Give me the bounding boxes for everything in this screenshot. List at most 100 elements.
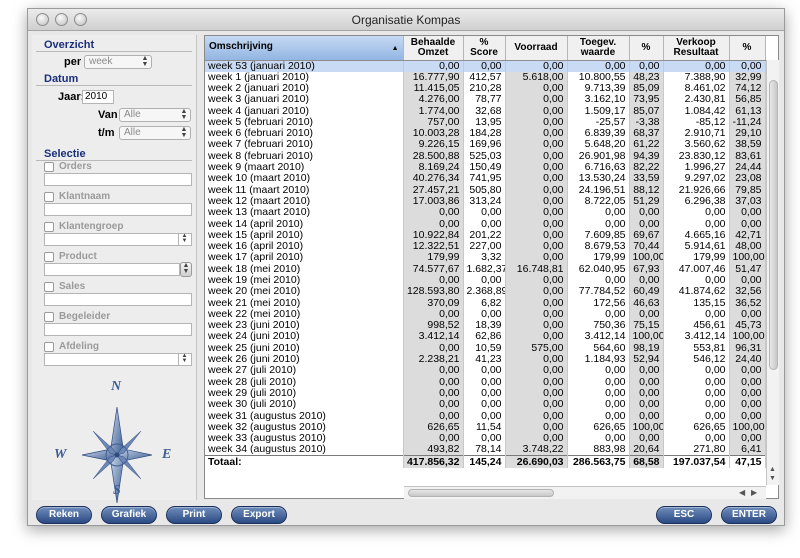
checkbox[interactable] [44, 191, 54, 202]
row-description: week 31 (augustus 2010) [205, 410, 404, 422]
filter-orders[interactable]: Orders [44, 161, 92, 172]
col-header-percent-2[interactable]: % [729, 36, 766, 61]
filter-klantengroep[interactable]: Klantengroep [44, 221, 123, 232]
table-row[interactable]: week 4 (januari 2010) 1.774,00 32,68 0,00 1.… [205, 105, 766, 117]
table-cell: 8.461,02 [663, 82, 730, 95]
van-select[interactable]: Alle ▲ ▼ [119, 108, 191, 122]
col-header-voorraad[interactable]: Voorraad [505, 36, 568, 61]
table-row[interactable]: week 6 (februari 2010) 10.003,28 184,28 0,0… [205, 127, 766, 140]
begeleider-input[interactable] [44, 323, 192, 336]
table-row[interactable]: week 9 (maart 2010) 8.169,24 150,49 0,00 6.7… [205, 161, 766, 174]
table-row[interactable]: week 10 (maart 2010) 40.276,34 741,95 0,00 1… [205, 173, 766, 185]
scroll-down-arrow-icon[interactable]: ▼ [769, 475, 776, 482]
checkbox[interactable] [44, 161, 54, 172]
scroll-right-arrow-icon[interactable]: ▶ [751, 488, 757, 497]
product-input[interactable] [44, 263, 180, 276]
table-row[interactable]: week 33 (augustus 2010) 0,00 0,00 0,00 0,00 0… [205, 433, 766, 445]
per-select[interactable]: week ▲ ▼ [84, 55, 152, 69]
table-row[interactable]: week 30 (juli 2010) 0,00 0,00 0,00 0,00 0,00 0… [205, 399, 766, 411]
table-row[interactable]: week 5 (februari 2010) 757,00 13,95 0,00 -25… [205, 116, 766, 128]
table-row[interactable]: week 29 (juli 2010) 0,00 0,00 0,00 0,00 0,00 0… [205, 387, 766, 400]
table-cell: 128.593,80 [403, 286, 464, 298]
table-row[interactable]: week 16 (april 2010) 12.322,51 227,00 0,00 8… [205, 240, 766, 253]
print-button[interactable]: Print [166, 506, 222, 524]
sales-input[interactable] [44, 293, 192, 306]
table-row[interactable]: week 25 (juni 2010) 0,00 10,59 575,00 564,60… [205, 342, 766, 354]
orders-input[interactable] [44, 173, 192, 186]
product-lookup-button[interactable]: ▲ ▼ [180, 262, 192, 277]
table-cell: 505,80 [463, 184, 506, 196]
table-row[interactable]: week 14 (april 2010) 0,00 0,00 0,00 0,00 0,00… [205, 218, 766, 230]
vertical-scrollbar[interactable]: ▲ ▼ [766, 60, 779, 485]
table-cell: 0,00 [403, 376, 464, 388]
checkbox[interactable] [44, 221, 54, 232]
checkbox[interactable] [44, 311, 54, 322]
table-row[interactable]: week 12 (maart 2010) 17.003,86 313,24 0,00 8… [205, 195, 766, 208]
tm-select[interactable]: Alle ▲ ▼ [119, 126, 191, 140]
col-header-omschrijving[interactable]: Omschrijving ▲ [205, 36, 404, 61]
table-cell: 21.926,66 [663, 184, 730, 196]
table-row[interactable]: week 32 (augustus 2010) 626,65 11,54 0,00 62… [205, 421, 766, 433]
klantengroep-select[interactable]: ▲ ▼ [44, 233, 192, 246]
checkbox[interactable] [44, 341, 54, 352]
filter-sales[interactable]: Sales [44, 281, 85, 292]
table-row[interactable]: week 17 (april 2010) 179,99 3,32 0,00 179,99… [205, 252, 766, 264]
table-cell: 3.412,14 [663, 331, 730, 343]
col-header-percent[interactable]: % [629, 36, 664, 61]
esc-button[interactable]: ESC [656, 506, 712, 524]
table-row[interactable]: week 7 (februari 2010) 9.226,15 169,96 0,00… [205, 139, 766, 151]
grafiek-button[interactable]: Grafiek [101, 506, 157, 524]
table-row[interactable]: week 23 (juni 2010) 998,52 18,39 0,00 750,36… [205, 320, 766, 332]
filter-product[interactable]: Product [44, 251, 97, 262]
table-row[interactable]: week 20 (mei 2010) 128.593,80 2.368,89 0,00… [205, 286, 766, 298]
filter-label: Begeleider [59, 311, 111, 322]
reken-button[interactable]: Reken [36, 506, 92, 524]
vertical-scroll-thumb[interactable] [769, 80, 778, 370]
table-row[interactable]: week 21 (mei 2010) 370,09 6,82 0,00 172,56 46… [205, 297, 766, 309]
table-row[interactable]: week 26 (juni 2010) 2.238,21 41,23 0,00 1.18… [205, 353, 766, 366]
table-cell: 0,00 [403, 218, 464, 230]
filter-klantnaam[interactable]: Klantnaam [44, 191, 110, 202]
checkbox[interactable] [44, 251, 54, 262]
table-cell: 0,00 [629, 218, 664, 230]
col-header-toegev-waarde[interactable]: Toegev. waarde [567, 36, 630, 61]
table-row[interactable]: week 31 (augustus 2010) 0,00 0,00 0,00 0,00 0… [205, 410, 766, 422]
scroll-left-arrow-icon[interactable]: ◀ [739, 488, 745, 497]
filter-begeleider[interactable]: Begeleider [44, 311, 110, 322]
table-row[interactable]: week 1 (januari 2010) 16.777,90 412,57 5.61… [205, 71, 766, 83]
table-row[interactable]: week 15 (april 2010) 10.922,84 201,22 0,00 7… [205, 229, 766, 241]
scroll-up-arrow-icon[interactable]: ▲ [769, 466, 776, 473]
col-header-score[interactable]: % Score [463, 36, 506, 61]
table-row[interactable]: week 11 (maart 2010) 27.457,21 505,80 0,00 2… [205, 184, 766, 196]
table-row[interactable]: week 19 (mei 2010) 0,00 0,00 0,00 0,00 0,00 0,… [205, 274, 766, 287]
table-row[interactable]: week 27 (juli 2010) 0,00 0,00 0,00 0,00 0,00 0… [205, 365, 766, 377]
horizontal-scrollbar[interactable]: ◀ ▶ [404, 486, 766, 499]
table-row[interactable]: week 24 (juni 2010) 3.412,14 62,86 0,00 3.41… [205, 331, 766, 343]
table-cell: 9.226,15 [403, 139, 464, 151]
table-row[interactable]: week 8 (februari 2010) 28.500,88 525,03 0,0… [205, 150, 766, 162]
afdeling-select[interactable]: ▲ ▼ [44, 353, 192, 366]
klantnaam-input[interactable] [44, 203, 192, 216]
table-row[interactable]: week 2 (januari 2010) 11.415,05 210,28 0,00… [205, 82, 766, 95]
col-header-verkoop-resultaat[interactable]: Verkoop Resultaat [663, 36, 730, 61]
table-row[interactable]: week 34 (augustus 2010) 493,82 78,14 3.748,… [205, 444, 766, 456]
filter-afdeling[interactable]: Afdeling [44, 341, 99, 352]
col-header-behaalde-omzet[interactable]: Behaalde Omzet [403, 36, 464, 61]
table-cell: 32,99 [729, 71, 766, 83]
table-row[interactable]: week 22 (mei 2010) 0,00 0,00 0,00 0,00 0,00 0,… [205, 308, 766, 321]
checkbox[interactable] [44, 281, 54, 292]
table-row[interactable]: week 53 (januari 2010) 0,00 0,00 0,00 0,00 0,… [205, 60, 766, 72]
enter-button[interactable]: ENTER [721, 506, 777, 524]
table-row[interactable]: week 3 (januari 2010) 4.276,00 78,77 0,00 3.… [205, 94, 766, 106]
table-cell: 13,95 [463, 116, 506, 128]
table-cell: 11.415,05 [403, 82, 464, 95]
jaar-input[interactable]: 2010 [82, 90, 114, 104]
row-description: week 24 (juni 2010) [205, 331, 404, 343]
export-button[interactable]: Export [231, 506, 287, 524]
table-cell: 3.412,14 [403, 331, 464, 343]
table-row[interactable]: week 28 (juli 2010) 0,00 0,00 0,00 0,00 0,00 0… [205, 376, 766, 388]
table-row[interactable]: week 18 (mei 2010) 74.577,67 1.682,37 16.74… [205, 263, 766, 275]
table-cell: 0,00 [567, 207, 630, 219]
table-row[interactable]: week 13 (maart 2010) 0,00 0,00 0,00 0,00 0,00… [205, 207, 766, 219]
horizontal-scroll-thumb[interactable] [408, 489, 554, 497]
